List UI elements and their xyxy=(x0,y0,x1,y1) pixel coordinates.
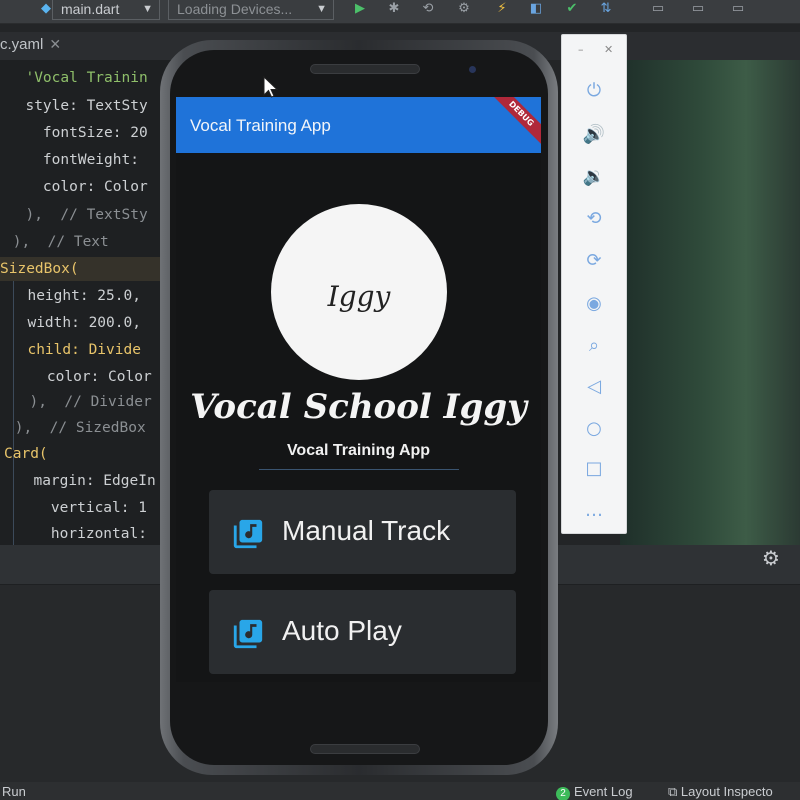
tab-pubspec[interactable]: c.yaml ✕ xyxy=(0,36,61,53)
library-music-icon xyxy=(233,619,263,649)
code-line: color: Color xyxy=(8,179,148,195)
auto-play-card[interactable]: Auto Play xyxy=(209,590,516,674)
event-log-badge: 2 xyxy=(556,787,570,800)
code-line: style: TextSty xyxy=(8,98,148,114)
zoom-icon[interactable]: ⌕ xyxy=(580,332,608,360)
sdk-manager-icon[interactable]: ▭ xyxy=(690,2,706,16)
speaker-grille xyxy=(310,64,420,74)
front-camera xyxy=(469,66,476,73)
back-icon[interactable]: ◁ xyxy=(580,373,608,401)
code-line: width: 200.0, xyxy=(10,315,141,331)
code-line: horizontal: xyxy=(16,526,147,542)
debug-icon[interactable]: ✱ xyxy=(386,2,402,16)
power-icon[interactable]: ⏻ xyxy=(580,77,608,105)
sync-icon[interactable]: ⇅ xyxy=(598,2,614,16)
code-line: child: Divide xyxy=(10,342,141,358)
stop-icon[interactable]: ✔ xyxy=(564,2,580,16)
app-screen: Vocal Training App DEBUG Iggy Vocal Scho… xyxy=(176,97,541,682)
overview-icon[interactable]: □ xyxy=(580,455,608,483)
avatar: Iggy xyxy=(271,204,447,380)
debug-banner: DEBUG xyxy=(487,97,541,148)
home-icon[interactable]: ○ xyxy=(580,415,608,443)
code-line: margin: EdgeIn xyxy=(16,473,156,489)
device-manager-icon[interactable]: ▭ xyxy=(650,2,666,16)
rotate-left-icon[interactable]: ⟲ xyxy=(580,205,608,233)
manual-track-label: Manual Track xyxy=(282,515,451,546)
code-line: height: 25.0, xyxy=(10,288,141,304)
device-dropdown-label: Loading Devices... xyxy=(177,1,293,17)
code-line: 'Vocal Trainin xyxy=(8,70,148,86)
layout-inspector-button[interactable]: ⧉ Layout Inspecto xyxy=(668,784,773,800)
avatar-label: Iggy xyxy=(327,280,391,313)
layout-inspector-label: Layout Inspecto xyxy=(680,784,773,799)
library-music-icon xyxy=(233,519,263,549)
code-line: vertical: 1 xyxy=(16,500,147,516)
close-icon[interactable]: ✕ xyxy=(604,43,613,56)
code-line: ), // Text xyxy=(4,234,109,250)
auto-play-label: Auto Play xyxy=(282,615,402,646)
tab-label: c.yaml xyxy=(0,36,44,53)
code-line: ), // Divider xyxy=(12,394,152,410)
code-line: ), // SizedBox xyxy=(6,420,146,436)
file-dropdown[interactable]: main.dart ▼ xyxy=(52,0,160,20)
event-log-button[interactable]: 2 Event Log xyxy=(556,784,633,800)
chevron-down-icon: ▼ xyxy=(316,3,327,15)
code-line: ), // TextSty xyxy=(8,207,148,223)
apply-changes-icon[interactable]: ◧ xyxy=(528,2,544,16)
emulator-toolbar: – ✕ ⏻ 🔊 🔉 ⟲ ⟳ ◉ ⌕ ◁ ○ □ … xyxy=(561,34,627,534)
hot-reload-icon[interactable]: ⚡ xyxy=(494,2,510,16)
code-line: color: Color xyxy=(12,369,152,385)
app-bar-title: Vocal Training App xyxy=(190,116,331,135)
emulator-window-controls: – ✕ xyxy=(562,43,626,57)
event-log-label: Event Log xyxy=(574,784,633,799)
preview-background xyxy=(620,60,800,545)
close-icon[interactable]: ✕ xyxy=(49,36,61,52)
status-bar: Run 2 Event Log ⧉ Layout Inspecto xyxy=(0,782,800,800)
mouse-cursor-icon xyxy=(263,76,279,98)
device-dropdown[interactable]: Loading Devices... ▼ xyxy=(168,0,334,20)
attach-icon[interactable]: ⚙ xyxy=(456,2,472,16)
minimize-icon[interactable]: – xyxy=(578,43,584,56)
rotate-right-icon[interactable]: ⟳ xyxy=(580,247,608,275)
code-line: fontSize: 20 xyxy=(8,125,148,141)
gear-icon[interactable]: ⚙ xyxy=(760,547,782,569)
camera-icon[interactable]: ◉ xyxy=(580,290,608,318)
app-name-heading: Vocal School Iggy xyxy=(190,387,527,427)
app-bar: Vocal Training App DEBUG xyxy=(176,97,541,153)
more-icon[interactable]: … xyxy=(580,497,608,525)
indent-guide xyxy=(13,455,14,545)
code-line: Card( xyxy=(4,446,48,462)
volume-up-icon[interactable]: 🔊 xyxy=(580,121,608,149)
file-dropdown-label: main.dart xyxy=(61,1,120,17)
ide-toolbar: ◆ main.dart ▼ Loading Devices... ▼ ▶ ✱ ⟲… xyxy=(0,0,800,24)
volume-down-icon[interactable]: 🔉 xyxy=(580,163,608,191)
app-subtitle: Vocal Training App xyxy=(286,442,431,459)
layout-inspector-icon: ⧉ xyxy=(668,784,681,799)
chevron-down-icon: ▼ xyxy=(142,3,153,15)
settings-icon[interactable]: ▭ xyxy=(730,2,746,16)
manual-track-card[interactable]: Manual Track xyxy=(209,490,516,574)
run-tab[interactable]: Run xyxy=(2,784,26,799)
run-icon[interactable]: ▶ xyxy=(352,2,368,16)
code-line: fontWeight: xyxy=(8,152,139,168)
profile-icon[interactable]: ⟲ xyxy=(420,2,436,16)
speaker-grille xyxy=(310,744,420,754)
divider xyxy=(259,469,459,470)
